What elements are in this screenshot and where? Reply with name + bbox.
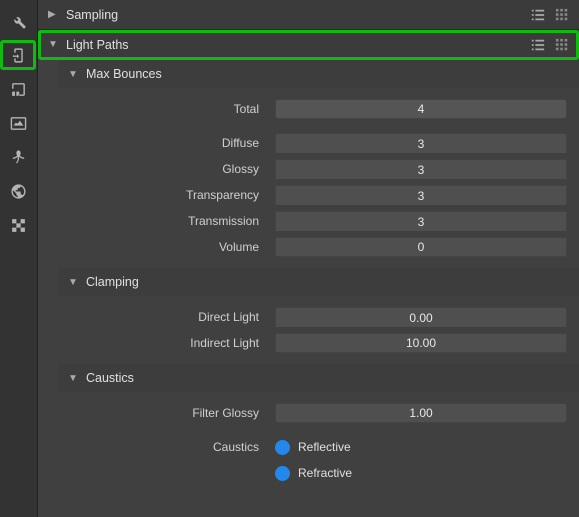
output-properties-tab[interactable] <box>0 74 36 104</box>
clamping-subpanel-header[interactable]: ▼ Clamping <box>58 268 579 296</box>
volume-label: Volume <box>58 240 263 254</box>
collapse-arrow-down-icon: ▼ <box>68 373 80 384</box>
panel-title: Sampling <box>66 8 118 22</box>
wrench-icon <box>10 13 27 30</box>
glossy-input[interactable]: 3 <box>275 159 567 179</box>
list-icon[interactable] <box>531 8 545 22</box>
scene-icon <box>10 149 27 166</box>
texture-properties-tab[interactable] <box>0 210 36 240</box>
refractive-checkbox[interactable] <box>275 466 290 481</box>
collapse-arrow-down-icon: ▼ <box>68 277 80 288</box>
scene-properties-tab[interactable] <box>0 142 36 172</box>
direct-light-label: Direct Light <box>58 310 263 324</box>
refractive-label: Refractive <box>298 466 352 480</box>
view-layer-properties-tab[interactable] <box>0 108 36 138</box>
render-properties-tab[interactable] <box>0 40 36 70</box>
reflective-label: Reflective <box>298 440 351 454</box>
glossy-label: Glossy <box>58 162 263 176</box>
subpanel-title: Max Bounces <box>86 67 162 81</box>
properties-tab-sidebar <box>0 0 38 517</box>
diffuse-input[interactable]: 3 <box>275 133 567 153</box>
collapse-arrow-right-icon: ▶ <box>48 9 60 20</box>
transmission-input[interactable]: 3 <box>275 211 567 231</box>
collapse-arrow-down-icon: ▼ <box>48 39 60 50</box>
world-icon <box>10 183 27 200</box>
reflective-checkbox[interactable] <box>275 440 290 455</box>
collapse-arrow-down-icon: ▼ <box>68 69 80 80</box>
render-properties-panel: ▶ Sampling ▼ Light Paths ▼ Max Bounces T… <box>38 0 579 517</box>
direct-light-input[interactable]: 0.00 <box>275 307 567 327</box>
output-icon <box>10 81 27 98</box>
transmission-label: Transmission <box>58 214 263 228</box>
grid-icon[interactable] <box>555 38 569 52</box>
grid-icon[interactable] <box>555 8 569 22</box>
subpanel-title: Clamping <box>86 275 139 289</box>
caustics-label: Caustics <box>58 440 263 454</box>
render-icon <box>10 47 27 64</box>
total-input[interactable]: 4 <box>275 99 567 119</box>
caustics-subpanel-header[interactable]: ▼ Caustics <box>58 364 579 392</box>
transparency-input[interactable]: 3 <box>275 185 567 205</box>
transparency-label: Transparency <box>58 188 263 202</box>
indirect-light-input[interactable]: 10.00 <box>275 333 567 353</box>
checker-icon <box>10 217 27 234</box>
light-paths-content: ▼ Max Bounces Total 4 Diffuse 3 Glossy 3… <box>38 60 579 486</box>
volume-input[interactable]: 0 <box>275 237 567 257</box>
filter-glossy-input[interactable]: 1.00 <box>275 403 567 423</box>
world-properties-tab[interactable] <box>0 176 36 206</box>
list-icon[interactable] <box>531 38 545 52</box>
panel-title: Light Paths <box>66 38 129 52</box>
max-bounces-subpanel-header[interactable]: ▼ Max Bounces <box>58 60 579 88</box>
subpanel-title: Caustics <box>86 371 134 385</box>
diffuse-label: Diffuse <box>58 136 263 150</box>
light-paths-panel-header[interactable]: ▼ Light Paths <box>38 30 579 60</box>
indirect-light-label: Indirect Light <box>58 336 263 350</box>
total-label: Total <box>58 102 263 116</box>
sampling-panel-header[interactable]: ▶ Sampling <box>38 0 579 30</box>
tool-settings-tab[interactable] <box>0 6 36 36</box>
image-icon <box>10 115 27 132</box>
filter-glossy-label: Filter Glossy <box>58 406 263 420</box>
